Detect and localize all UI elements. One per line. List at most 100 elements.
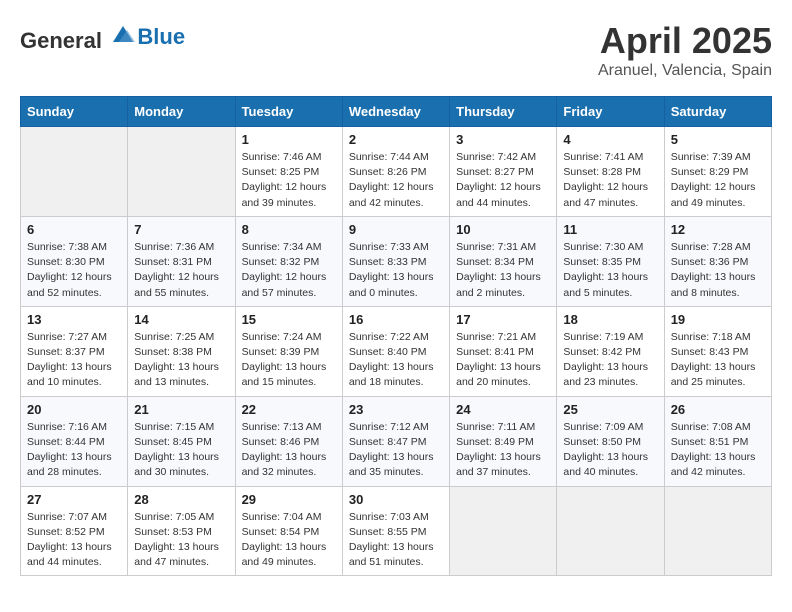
day-number: 7	[134, 222, 228, 237]
calendar-cell: 9 Sunrise: 7:33 AM Sunset: 8:33 PM Daylig…	[342, 216, 449, 306]
day-info: Sunrise: 7:22 AM Sunset: 8:40 PM Dayligh…	[349, 330, 443, 391]
day-number: 25	[563, 402, 657, 417]
logo: General Blue	[20, 20, 185, 54]
calendar-cell: 11Sunrise: 7:30 AM Sunset: 8:35 PM Dayli…	[557, 216, 664, 306]
day-of-week-header: Thursday	[450, 97, 557, 127]
day-info: Sunrise: 7:31 AM Sunset: 8:34 PM Dayligh…	[456, 240, 550, 301]
calendar-cell: 19 Sunrise: 7:18 AM Sunset: 8:43 PM Dayli…	[664, 306, 771, 396]
day-info: Sunrise: 7:09 AM Sunset: 8:50 PM Dayligh…	[563, 420, 657, 481]
day-info: Sunrise: 7:25 AM Sunset: 8:38 PM Dayligh…	[134, 330, 228, 391]
calendar-cell: 14 Sunrise: 7:25 AM Sunset: 8:38 PM Dayli…	[128, 306, 235, 396]
day-info: Sunrise: 7:04 AM Sunset: 8:54 PM Dayligh…	[242, 510, 336, 571]
calendar-week-row: 1 Sunrise: 7:46 AM Sunset: 8:25 PM Daylig…	[21, 127, 772, 217]
calendar-cell: 5Sunrise: 7:39 AM Sunset: 8:29 PM Daylig…	[664, 127, 771, 217]
calendar-cell: 7 Sunrise: 7:36 AM Sunset: 8:31 PM Daylig…	[128, 216, 235, 306]
calendar-cell: 23 Sunrise: 7:12 AM Sunset: 8:47 PM Dayli…	[342, 396, 449, 486]
calendar-cell: 30Sunrise: 7:03 AM Sunset: 8:55 PM Dayli…	[342, 486, 449, 576]
day-of-week-header: Friday	[557, 97, 664, 127]
day-info: Sunrise: 7:15 AM Sunset: 8:45 PM Dayligh…	[134, 420, 228, 481]
day-number: 2	[349, 132, 443, 147]
calendar-cell: 15 Sunrise: 7:24 AM Sunset: 8:39 PM Dayli…	[235, 306, 342, 396]
calendar-cell: 3Sunrise: 7:42 AM Sunset: 8:27 PM Daylig…	[450, 127, 557, 217]
calendar-header-row: SundayMondayTuesdayWednesdayThursdayFrid…	[21, 97, 772, 127]
day-number: 17	[456, 312, 550, 327]
day-info: Sunrise: 7:39 AM Sunset: 8:29 PM Dayligh…	[671, 150, 765, 211]
calendar-cell	[450, 486, 557, 576]
header: General Blue April 2025 Aranuel, Valenci…	[20, 20, 772, 80]
day-info: Sunrise: 7:46 AM Sunset: 8:25 PM Dayligh…	[242, 150, 336, 211]
day-info: Sunrise: 7:05 AM Sunset: 8:53 PM Dayligh…	[134, 510, 228, 571]
day-of-week-header: Saturday	[664, 97, 771, 127]
calendar-cell: 25 Sunrise: 7:09 AM Sunset: 8:50 PM Dayli…	[557, 396, 664, 486]
day-info: Sunrise: 7:07 AM Sunset: 8:52 PM Dayligh…	[27, 510, 121, 571]
day-info: Sunrise: 7:30 AM Sunset: 8:35 PM Dayligh…	[563, 240, 657, 301]
location-title: Aranuel, Valencia, Spain	[598, 62, 772, 80]
calendar-week-row: 27Sunrise: 7:07 AM Sunset: 8:52 PM Dayli…	[21, 486, 772, 576]
month-title: April 2025	[598, 20, 772, 62]
day-number: 20	[27, 402, 121, 417]
day-number: 22	[242, 402, 336, 417]
day-info: Sunrise: 7:24 AM Sunset: 8:39 PM Dayligh…	[242, 330, 336, 391]
day-number: 26	[671, 402, 765, 417]
day-number: 1	[242, 132, 336, 147]
calendar-cell: 27Sunrise: 7:07 AM Sunset: 8:52 PM Dayli…	[21, 486, 128, 576]
day-info: Sunrise: 7:13 AM Sunset: 8:46 PM Dayligh…	[242, 420, 336, 481]
day-number: 9	[349, 222, 443, 237]
logo-blue: Blue	[137, 24, 185, 49]
day-info: Sunrise: 7:42 AM Sunset: 8:27 PM Dayligh…	[456, 150, 550, 211]
day-info: Sunrise: 7:21 AM Sunset: 8:41 PM Dayligh…	[456, 330, 550, 391]
calendar-cell	[557, 486, 664, 576]
day-of-week-header: Sunday	[21, 97, 128, 127]
day-number: 12	[671, 222, 765, 237]
calendar-cell: 16 Sunrise: 7:22 AM Sunset: 8:40 PM Dayli…	[342, 306, 449, 396]
calendar-cell	[664, 486, 771, 576]
calendar-cell: 18Sunrise: 7:19 AM Sunset: 8:42 PM Dayli…	[557, 306, 664, 396]
calendar-cell: 2 Sunrise: 7:44 AM Sunset: 8:26 PM Daylig…	[342, 127, 449, 217]
day-of-week-header: Tuesday	[235, 97, 342, 127]
day-info: Sunrise: 7:38 AM Sunset: 8:30 PM Dayligh…	[27, 240, 121, 301]
day-info: Sunrise: 7:18 AM Sunset: 8:43 PM Dayligh…	[671, 330, 765, 391]
logo-icon	[109, 20, 137, 48]
day-number: 16	[349, 312, 443, 327]
day-number: 14	[134, 312, 228, 327]
calendar-cell: 13 Sunrise: 7:27 AM Sunset: 8:37 PM Dayli…	[21, 306, 128, 396]
calendar-cell: 24 Sunrise: 7:11 AM Sunset: 8:49 PM Dayli…	[450, 396, 557, 486]
day-info: Sunrise: 7:11 AM Sunset: 8:49 PM Dayligh…	[456, 420, 550, 481]
logo-general: General	[20, 28, 102, 53]
day-number: 28	[134, 492, 228, 507]
calendar-cell: 12Sunrise: 7:28 AM Sunset: 8:36 PM Dayli…	[664, 216, 771, 306]
calendar-week-row: 13 Sunrise: 7:27 AM Sunset: 8:37 PM Dayli…	[21, 306, 772, 396]
day-number: 24	[456, 402, 550, 417]
day-info: Sunrise: 7:12 AM Sunset: 8:47 PM Dayligh…	[349, 420, 443, 481]
calendar-cell: 22 Sunrise: 7:13 AM Sunset: 8:46 PM Dayli…	[235, 396, 342, 486]
day-number: 6	[27, 222, 121, 237]
calendar-cell: 10 Sunrise: 7:31 AM Sunset: 8:34 PM Dayli…	[450, 216, 557, 306]
day-number: 29	[242, 492, 336, 507]
day-info: Sunrise: 7:19 AM Sunset: 8:42 PM Dayligh…	[563, 330, 657, 391]
day-number: 8	[242, 222, 336, 237]
day-number: 23	[349, 402, 443, 417]
day-info: Sunrise: 7:41 AM Sunset: 8:28 PM Dayligh…	[563, 150, 657, 211]
calendar-cell: 26Sunrise: 7:08 AM Sunset: 8:51 PM Dayli…	[664, 396, 771, 486]
day-number: 4	[563, 132, 657, 147]
calendar-week-row: 20Sunrise: 7:16 AM Sunset: 8:44 PM Dayli…	[21, 396, 772, 486]
day-info: Sunrise: 7:36 AM Sunset: 8:31 PM Dayligh…	[134, 240, 228, 301]
day-of-week-header: Monday	[128, 97, 235, 127]
day-info: Sunrise: 7:27 AM Sunset: 8:37 PM Dayligh…	[27, 330, 121, 391]
calendar-cell: 20Sunrise: 7:16 AM Sunset: 8:44 PM Dayli…	[21, 396, 128, 486]
day-number: 19	[671, 312, 765, 327]
calendar-cell: 21Sunrise: 7:15 AM Sunset: 8:45 PM Dayli…	[128, 396, 235, 486]
day-number: 10	[456, 222, 550, 237]
day-number: 30	[349, 492, 443, 507]
day-of-week-header: Wednesday	[342, 97, 449, 127]
day-info: Sunrise: 7:33 AM Sunset: 8:33 PM Dayligh…	[349, 240, 443, 301]
day-number: 15	[242, 312, 336, 327]
calendar: SundayMondayTuesdayWednesdayThursdayFrid…	[20, 96, 772, 576]
day-number: 13	[27, 312, 121, 327]
day-info: Sunrise: 7:44 AM Sunset: 8:26 PM Dayligh…	[349, 150, 443, 211]
calendar-week-row: 6 Sunrise: 7:38 AM Sunset: 8:30 PM Daylig…	[21, 216, 772, 306]
day-info: Sunrise: 7:34 AM Sunset: 8:32 PM Dayligh…	[242, 240, 336, 301]
calendar-cell	[21, 127, 128, 217]
calendar-cell: 28 Sunrise: 7:05 AM Sunset: 8:53 PM Dayli…	[128, 486, 235, 576]
calendar-cell: 17 Sunrise: 7:21 AM Sunset: 8:41 PM Dayli…	[450, 306, 557, 396]
